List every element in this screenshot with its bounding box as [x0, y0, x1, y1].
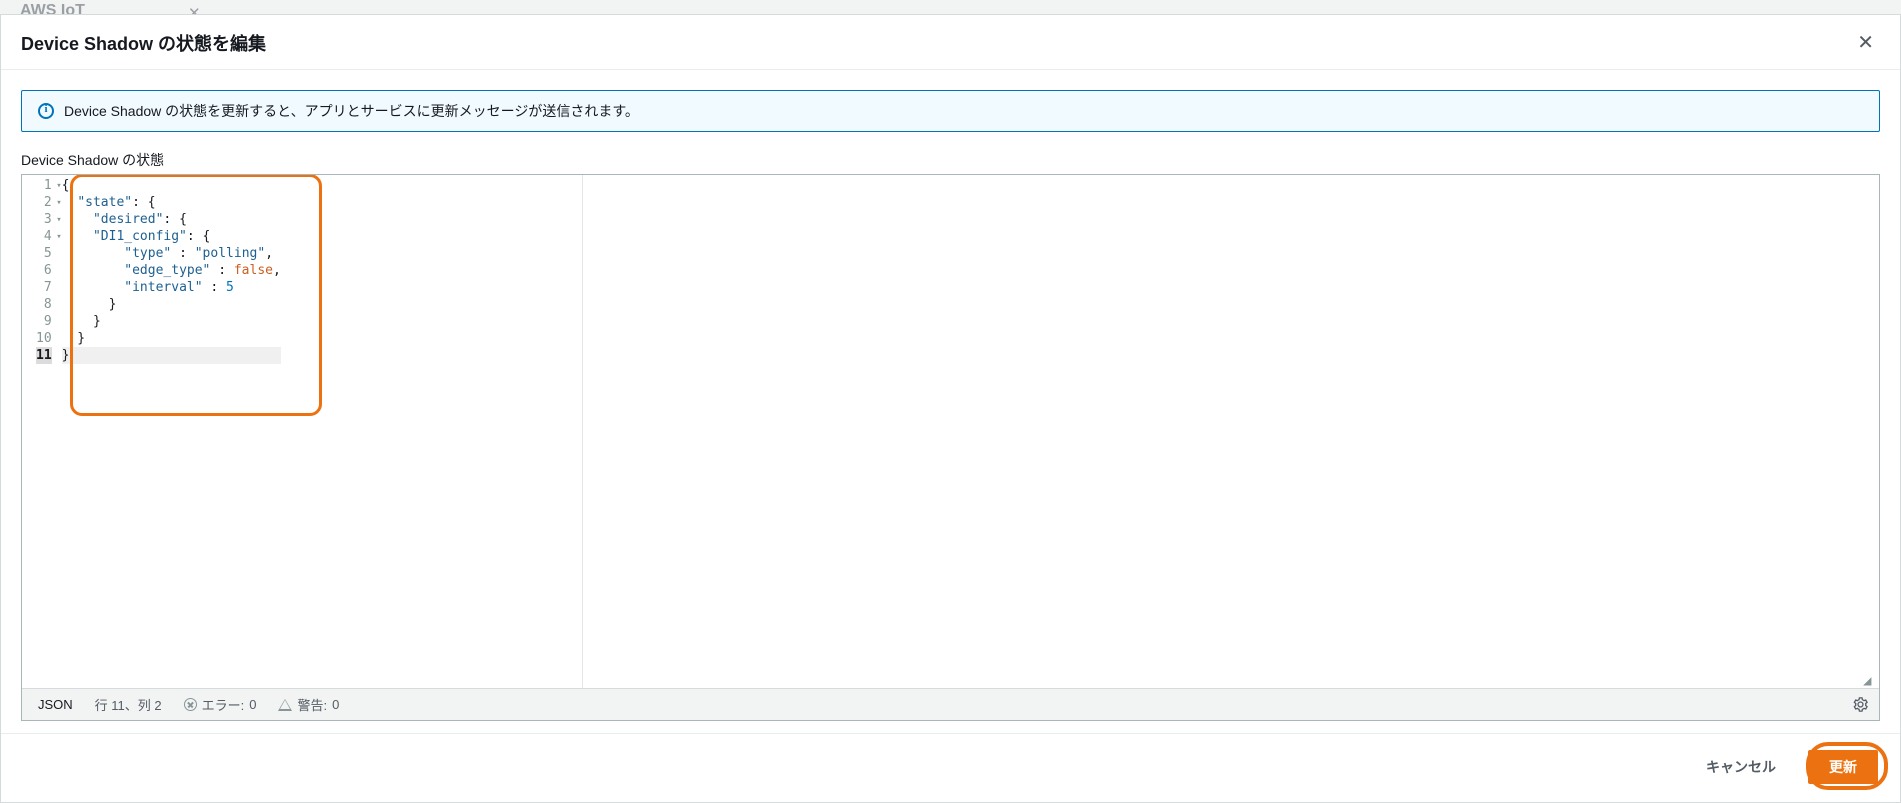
code-area[interactable]: 1▾2▾3▾4▾567891011 { "state": { "desired"…	[22, 175, 1879, 688]
gutter-line: 4▾	[36, 228, 52, 245]
settings-button[interactable]	[1852, 696, 1869, 713]
code-line[interactable]: "desired": {	[62, 211, 281, 228]
info-banner: Device Shadow の状態を更新すると、アプリとサービスに更新メッセージ…	[21, 90, 1880, 132]
statusbar-errors-count: 0	[249, 697, 256, 712]
gutter-line: 11	[36, 347, 52, 364]
gutter-line: 8	[36, 296, 52, 313]
update-button[interactable]: 更新	[1808, 750, 1878, 784]
close-button[interactable]: ✕	[1851, 29, 1880, 57]
code-line[interactable]: }	[62, 313, 281, 330]
gutter-line: 9	[36, 313, 52, 330]
line-gutter: 1▾2▾3▾4▾567891011	[22, 175, 58, 688]
statusbar-errors: エラー: 0	[184, 695, 257, 714]
modal-header: Device Shadow の状態を編集 ✕	[1, 15, 1900, 69]
warning-icon	[278, 699, 292, 711]
info-banner-text: Device Shadow の状態を更新すると、アプリとサービスに更新メッセージ…	[64, 101, 639, 121]
modal-footer: キャンセル 更新	[1, 734, 1900, 802]
code-lines[interactable]: { "state": { "desired": { "DI1_config": …	[58, 175, 281, 688]
gutter-line: 5	[36, 245, 52, 262]
gutter-line: 2▾	[36, 194, 52, 211]
gutter-line: 7	[36, 279, 52, 296]
code-line[interactable]: }	[62, 347, 281, 364]
code-line[interactable]: }	[62, 330, 281, 347]
code-line[interactable]: "edge_type" : false,	[62, 262, 281, 279]
statusbar-warnings: 警告: 0	[278, 695, 339, 714]
statusbar-warnings-count: 0	[332, 697, 339, 712]
code-line[interactable]: "type" : "polling",	[62, 245, 281, 262]
info-icon	[38, 103, 54, 119]
gutter-line: 10	[36, 330, 52, 347]
statusbar-errors-label: エラー:	[202, 695, 245, 714]
statusbar-warnings-label: 警告:	[297, 695, 327, 714]
editor-statusbar: JSON 行 11、列 2 エラー: 0 警告: 0	[22, 688, 1879, 720]
close-icon: ✕	[1857, 32, 1874, 54]
code-line[interactable]: {	[62, 177, 281, 194]
statusbar-cursor: 行 11、列 2	[95, 695, 162, 714]
modal-title: Device Shadow の状態を編集	[21, 30, 266, 56]
edit-shadow-modal: Device Shadow の状態を編集 ✕ Device Shadow の状態…	[0, 14, 1901, 803]
modal-body: Device Shadow の状態を更新すると、アプリとサービスに更新メッセージ…	[1, 69, 1900, 734]
gear-icon	[1852, 696, 1869, 713]
resize-handle-icon[interactable]: ◢	[1863, 674, 1877, 688]
code-line[interactable]: }	[62, 296, 281, 313]
gutter-line: 1▾	[36, 177, 52, 194]
gutter-line: 6	[36, 262, 52, 279]
code-line[interactable]: "interval" : 5	[62, 279, 281, 296]
column-guide	[582, 175, 583, 688]
code-line[interactable]: "DI1_config": {	[62, 228, 281, 245]
cancel-button[interactable]: キャンセル	[1686, 751, 1796, 783]
gutter-line: 3▾	[36, 211, 52, 228]
error-icon	[184, 698, 197, 711]
code-editor[interactable]: 1▾2▾3▾4▾567891011 { "state": { "desired"…	[21, 174, 1880, 721]
statusbar-language: JSON	[38, 697, 73, 712]
code-line[interactable]: "state": {	[62, 194, 281, 211]
editor-label: Device Shadow の状態	[21, 150, 1880, 170]
